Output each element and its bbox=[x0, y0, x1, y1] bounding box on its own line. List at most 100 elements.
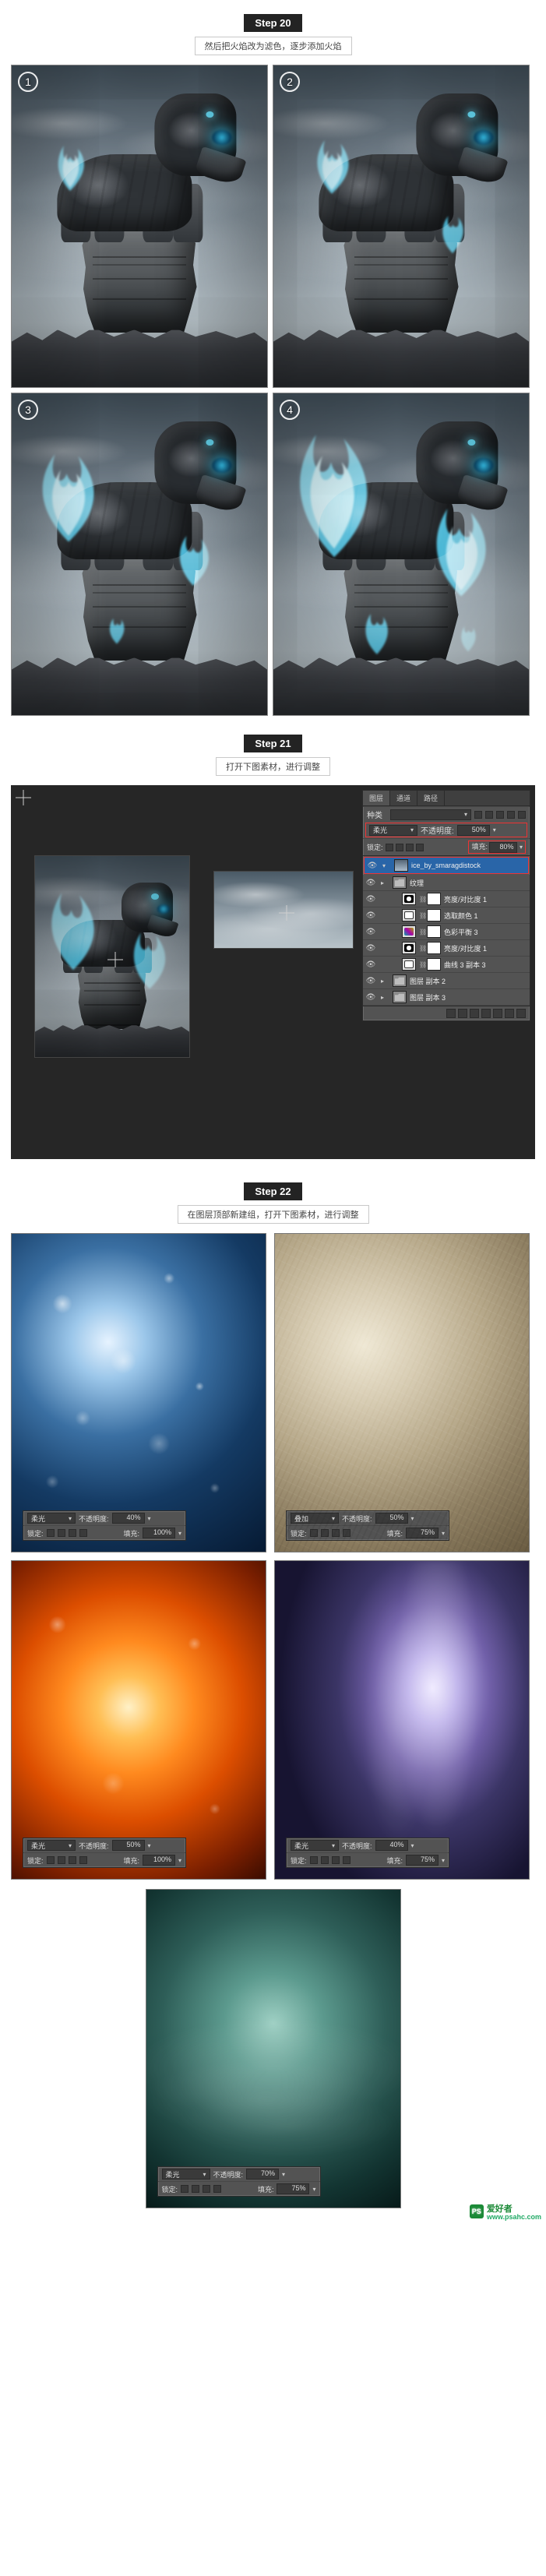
filter-adj-icon[interactable] bbox=[485, 811, 493, 819]
visibility-icon[interactable]: 👁 bbox=[368, 861, 377, 870]
visibility-icon[interactable]: 👁 bbox=[366, 960, 375, 969]
new-group-icon[interactable] bbox=[493, 1009, 502, 1018]
lock-icon[interactable] bbox=[310, 1856, 318, 1864]
layer-name: 图层 副本 3 bbox=[410, 992, 527, 1003]
layer-row[interactable]: 👁⛓曲线 3 副本 3 bbox=[363, 957, 530, 973]
layer-row[interactable]: 👁▸纹理 bbox=[363, 875, 530, 891]
lock-icon[interactable] bbox=[192, 2185, 199, 2193]
fill-stepper-icon[interactable]: ▾ bbox=[442, 1530, 445, 1537]
lock-icon[interactable] bbox=[213, 2185, 221, 2193]
twirl-icon[interactable]: ▸ bbox=[379, 994, 386, 1001]
layer-row[interactable]: 👁 ▸ 图层 副本 3 bbox=[363, 989, 530, 1006]
fill-input[interactable]: 80% bbox=[489, 842, 517, 853]
step20-tile-1: 1 bbox=[11, 65, 268, 388]
blend-select[interactable]: 柔光▾ bbox=[27, 1840, 76, 1851]
blend-select[interactable]: 柔光▾ bbox=[291, 1840, 339, 1851]
lock-icon[interactable] bbox=[79, 1856, 87, 1864]
fx-icon[interactable] bbox=[458, 1009, 467, 1018]
fill-group-hi: 填充: 80% ▾ bbox=[468, 840, 526, 854]
lock-trans-icon[interactable] bbox=[386, 844, 393, 851]
twirl-icon[interactable]: ▸ bbox=[379, 879, 386, 886]
blend-select[interactable]: 叠加▾ bbox=[291, 1513, 339, 1524]
fill-stepper-icon[interactable]: ▾ bbox=[312, 2186, 315, 2193]
layer-row[interactable]: 👁⛓选取颜色 1 bbox=[363, 907, 530, 924]
fill-stepper-icon[interactable]: ▾ bbox=[520, 844, 523, 851]
layer-row[interactable]: 👁⛓亮度/对比度 1 bbox=[363, 940, 530, 957]
visibility-icon[interactable]: 👁 bbox=[366, 976, 375, 985]
fill-stepper-icon[interactable]: ▾ bbox=[178, 1857, 181, 1864]
lock-icon[interactable] bbox=[321, 1856, 329, 1864]
lock-icon[interactable] bbox=[310, 1529, 318, 1537]
twirl-icon[interactable]: ▸ bbox=[379, 978, 386, 985]
lock-icon[interactable] bbox=[58, 1856, 65, 1864]
layer-row[interactable]: 👁▸图层 副本 2 bbox=[363, 973, 530, 989]
tab-paths[interactable]: 路径 bbox=[417, 791, 445, 805]
blend-mode-select[interactable]: 柔光▾ bbox=[369, 825, 417, 836]
fill-stepper-icon[interactable]: ▾ bbox=[178, 1530, 181, 1537]
visibility-icon[interactable]: 👁 bbox=[366, 992, 375, 1002]
opacity-stepper-icon[interactable]: ▾ bbox=[493, 826, 496, 833]
link-layers-icon[interactable] bbox=[446, 1009, 456, 1018]
lock-all-icon[interactable] bbox=[416, 844, 424, 851]
lock-icon[interactable] bbox=[343, 1529, 350, 1537]
add-mask-icon[interactable] bbox=[470, 1009, 479, 1018]
op-input[interactable]: 40% bbox=[112, 1513, 145, 1524]
tile-number-4: 4 bbox=[280, 400, 300, 420]
op-stepper-icon[interactable]: ▾ bbox=[411, 1515, 414, 1522]
op-label: 不透明度: bbox=[342, 1514, 372, 1524]
layer-row[interactable]: 👁▾ice_by_smaragdistock bbox=[364, 857, 529, 874]
lock-icon[interactable] bbox=[203, 2185, 210, 2193]
layer-row[interactable]: 👁⛓亮度/对比度 1 bbox=[363, 891, 530, 907]
visibility-icon[interactable]: 👁 bbox=[366, 878, 375, 887]
filter-smart-icon[interactable] bbox=[518, 811, 526, 819]
op-input[interactable]: 40% bbox=[375, 1840, 408, 1851]
fill-stepper-icon[interactable]: ▾ bbox=[442, 1857, 445, 1864]
visibility-icon[interactable]: 👁 bbox=[366, 927, 375, 936]
lock-icon[interactable] bbox=[332, 1529, 340, 1537]
op-input[interactable]: 50% bbox=[375, 1513, 408, 1524]
filter-shape-icon[interactable] bbox=[507, 811, 515, 819]
filter-pixel-icon[interactable] bbox=[474, 811, 482, 819]
visibility-icon[interactable]: 👁 bbox=[366, 894, 375, 904]
lock-icon[interactable] bbox=[69, 1529, 76, 1537]
fill-input[interactable]: 75% bbox=[406, 1855, 439, 1866]
layer-mask-icon bbox=[427, 925, 441, 938]
lock-icon[interactable] bbox=[343, 1856, 350, 1864]
visibility-icon[interactable]: 👁 bbox=[366, 943, 375, 953]
trash-icon[interactable] bbox=[516, 1009, 526, 1018]
op-input[interactable]: 50% bbox=[112, 1840, 145, 1851]
lock-icon[interactable] bbox=[69, 1856, 76, 1864]
visibility-icon[interactable]: 👁 bbox=[366, 911, 375, 920]
op-stepper-icon[interactable]: ▾ bbox=[148, 1842, 151, 1849]
filter-type-icon[interactable] bbox=[496, 811, 504, 819]
lock-icon[interactable] bbox=[79, 1529, 87, 1537]
new-layer-icon[interactable] bbox=[505, 1009, 514, 1018]
tab-channels[interactable]: 通道 bbox=[390, 791, 417, 805]
twirl-icon[interactable]: ▾ bbox=[380, 862, 388, 869]
new-adj-icon[interactable] bbox=[481, 1009, 491, 1018]
lock-icon[interactable] bbox=[321, 1529, 329, 1537]
op-stepper-icon[interactable]: ▾ bbox=[148, 1515, 151, 1522]
lock-icon[interactable] bbox=[47, 1529, 55, 1537]
fill-input[interactable]: 75% bbox=[277, 2183, 309, 2194]
layer-row[interactable]: 👁⛓色彩平衡 3 bbox=[363, 924, 530, 940]
blend-select[interactable]: 柔光▾ bbox=[162, 2169, 210, 2180]
fill-input[interactable]: 100% bbox=[143, 1855, 175, 1866]
lock-icon[interactable] bbox=[58, 1529, 65, 1537]
lock-icon[interactable] bbox=[47, 1856, 55, 1864]
op-label: 不透明度: bbox=[342, 1841, 372, 1851]
lock-icon[interactable] bbox=[181, 2185, 188, 2193]
lock-pixel-icon[interactable] bbox=[396, 844, 403, 851]
fill-input[interactable]: 75% bbox=[406, 1528, 439, 1538]
fill-input[interactable]: 100% bbox=[143, 1528, 175, 1538]
lock-pos-icon[interactable] bbox=[406, 844, 414, 851]
lock-icon[interactable] bbox=[332, 1856, 340, 1864]
op-input[interactable]: 70% bbox=[246, 2169, 279, 2180]
opacity-input[interactable]: 50% bbox=[457, 825, 490, 836]
op-stepper-icon[interactable]: ▾ bbox=[282, 2171, 285, 2178]
blend-select[interactable]: 柔光▾ bbox=[27, 1513, 76, 1524]
kind-select[interactable]: ▾ bbox=[390, 809, 471, 820]
tab-layers[interactable]: 图层 bbox=[363, 791, 390, 805]
op-stepper-icon[interactable]: ▾ bbox=[411, 1842, 414, 1849]
lock-label: 锁定: bbox=[291, 1528, 307, 1538]
